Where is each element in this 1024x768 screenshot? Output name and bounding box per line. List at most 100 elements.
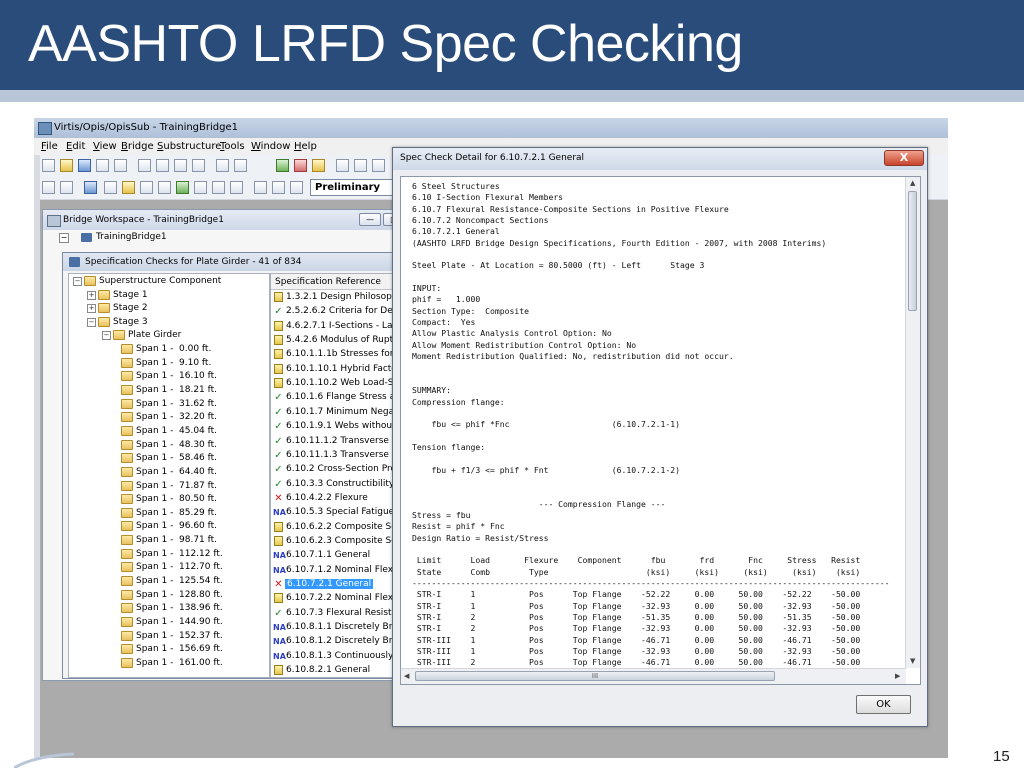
save-icon[interactable] xyxy=(78,159,91,172)
spec-reference-item[interactable]: ✓ 6.10.7.3 Flexural Resistance xyxy=(271,607,403,621)
collapse-toggle-icon[interactable]: − xyxy=(59,233,69,243)
tree-item-span-location[interactable]: Span 1 - 156.69 ft. xyxy=(69,643,269,656)
spec-reference-item[interactable]: NA 6.10.5.3 Special Fatigue Re xyxy=(271,506,403,520)
tree-item-span-location[interactable]: Span 1 - 112.12 ft. xyxy=(69,548,269,561)
tree-item-span-location[interactable]: Span 1 - 152.37 ft. xyxy=(69,630,269,643)
tree-item-span-location[interactable]: Span 1 - 80.50 ft. xyxy=(69,493,269,506)
vertical-scroll-thumb[interactable] xyxy=(908,191,917,311)
tree-item-span-location[interactable]: Span 1 - 58.46 ft. xyxy=(69,452,269,465)
collapse-toggle-icon[interactable]: − xyxy=(87,318,96,327)
tree-item-span-location[interactable]: Span 1 - 0.00 ft. xyxy=(69,343,269,356)
ok-button[interactable]: OK xyxy=(856,695,911,714)
menu-file[interactable]: File xyxy=(41,141,58,152)
tree-item-span-location[interactable]: Span 1 - 138.96 ft. xyxy=(69,602,269,615)
spec-reference-item[interactable]: ✓6.10.1.6 Flange Stress and M xyxy=(271,391,403,405)
menu-substructure[interactable]: Substructure xyxy=(157,141,221,152)
collapse-toggle-icon[interactable]: − xyxy=(102,331,111,340)
spec-reference-item[interactable]: NA 6.10.8.1.3 Continuously Bra xyxy=(271,650,403,664)
tree-item-span-location[interactable]: Span 1 - 112.70 ft. xyxy=(69,561,269,574)
spec-reference-item[interactable]: ✓ 6.10.11.1.3 Transverse Stiff xyxy=(271,449,403,463)
collapse-toggle-icon[interactable]: − xyxy=(73,277,82,286)
tree-item-superstructure[interactable]: − Superstructure Component xyxy=(69,275,269,288)
scroll-up-icon[interactable]: ▲ xyxy=(910,179,915,187)
spec-reference-item[interactable]: 6.10.1.10.2 Web Load-Shed xyxy=(271,377,403,391)
report-icon[interactable] xyxy=(216,159,229,172)
workspace-minimize-button[interactable]: — xyxy=(359,213,381,226)
spec-reference-item[interactable]: ✕ 6.10.7.2.1 General xyxy=(271,578,403,592)
expand-toggle-icon[interactable]: + xyxy=(87,304,96,313)
tools-icon[interactable] xyxy=(212,181,225,194)
schedule-icon[interactable] xyxy=(122,181,135,194)
tree-item-span-location[interactable]: Span 1 - 85.29 ft. xyxy=(69,507,269,520)
spec-reference-item[interactable]: ✓ 6.10.1.7 Minimum Negativ xyxy=(271,406,403,420)
tree-item-span-location[interactable]: Span 1 - 45.04 ft. xyxy=(69,425,269,438)
tree-item-span-location[interactable]: Span 1 - 128.80 ft. xyxy=(69,589,269,602)
spec-reference-item[interactable]: NA 6.10.8.1.2 Discretely Braced xyxy=(271,635,403,649)
spec-reference-item[interactable]: 6.10.1.1.1b Stresses for Sec xyxy=(271,348,403,362)
tree-item-stage-3[interactable]: − Stage 3 xyxy=(69,316,269,329)
spec-reference-item[interactable]: NA 6.10.7.1.1 General xyxy=(271,549,403,563)
spec-reference-item[interactable]: 6.10.8.2.1 General xyxy=(271,664,403,677)
spec-check-icon[interactable] xyxy=(294,159,307,172)
spec-reference-item[interactable]: NA 6.10.8.1.1 Discretely Braced xyxy=(271,621,403,635)
spec-reference-item[interactable]: 5.4.2.6 Modulus of Rupture xyxy=(271,334,403,348)
paste-icon[interactable] xyxy=(114,159,127,172)
print-icon[interactable] xyxy=(234,159,247,172)
spec-reference-item[interactable]: ✓ 2.5.2.6.2 Criteria for Deflect xyxy=(271,305,403,319)
tree-item-span-location[interactable]: Span 1 - 161.00 ft. xyxy=(69,657,269,670)
spec-reference-item[interactable]: ✓ 6.10.2 Cross-Section Propo xyxy=(271,463,403,477)
tree-item-span-location[interactable]: Span 1 - 96.60 ft. xyxy=(69,520,269,533)
report-text-area[interactable]: 6 Steel Structures 6.10 I-Section Flexur… xyxy=(400,176,921,685)
tree-item-span-location[interactable]: Span 1 - 98.71 ft. xyxy=(69,534,269,547)
spec-reference-item[interactable]: 6.10.6.2.2 Composite Secti xyxy=(271,521,403,535)
document-icon[interactable] xyxy=(254,181,267,194)
open-folder-icon[interactable] xyxy=(60,159,73,172)
tree-item-span-location[interactable]: Span 1 - 48.30 ft. xyxy=(69,439,269,452)
expand-toggle-icon[interactable]: + xyxy=(87,291,96,300)
tree-item-plate-girder[interactable]: − Plate Girder xyxy=(69,329,269,342)
cut-icon[interactable] xyxy=(138,159,151,172)
tree-item-span-location[interactable]: Span 1 - 144.90 ft. xyxy=(69,616,269,629)
spec-reference-item[interactable]: 6.10.7.2.2 Nominal Flexura xyxy=(271,592,403,606)
copy-icon[interactable] xyxy=(96,159,109,172)
horizontal-scrollbar[interactable]: ◀ III ▶ xyxy=(401,668,906,684)
tree-item-span-location[interactable]: Span 1 - 31.62 ft. xyxy=(69,398,269,411)
spec-reference-item[interactable]: ✓ 6.10.1.9.1 Webs without Lo xyxy=(271,420,403,434)
menu-help[interactable]: Help xyxy=(294,141,317,152)
scroll-left-icon[interactable]: ◀ xyxy=(404,672,409,680)
tree-item-span-location[interactable]: Span 1 - 71.87 ft. xyxy=(69,480,269,493)
menu-window[interactable]: Window xyxy=(251,141,290,152)
tree-item-span-location[interactable]: Span 1 - 18.21 ft. xyxy=(69,384,269,397)
spec-reference-item[interactable]: 6.10.6.2.3 Composite Secti xyxy=(271,535,403,549)
scroll-right-icon[interactable]: ▶ xyxy=(895,672,900,680)
spec-reference-item[interactable]: ✓ 6.10.3.3 Constructibility - S xyxy=(271,478,403,492)
vertical-scrollbar[interactable]: ▲ ▼ xyxy=(905,177,920,668)
loads-icon[interactable] xyxy=(194,181,207,194)
menu-bridge[interactable]: Bridge xyxy=(121,141,154,152)
tree-item-span-location[interactable]: Span 1 - 16.10 ft. xyxy=(69,370,269,383)
tree-item-span-location[interactable]: Span 1 - 9.10 ft. xyxy=(69,357,269,370)
grid-icon[interactable] xyxy=(104,181,117,194)
cascade-windows-icon[interactable] xyxy=(354,159,367,172)
analysis-icon[interactable] xyxy=(192,159,205,172)
spec-reference-item[interactable]: ✕ 6.10.4.2.2 Flexure xyxy=(271,492,403,506)
explorer-icon[interactable] xyxy=(42,181,55,194)
tree-item-stage-1[interactable]: + Stage 1 xyxy=(69,289,269,302)
tree-item-span-location[interactable]: Span 1 - 64.40 ft. xyxy=(69,466,269,479)
horizontal-scroll-thumb[interactable]: III xyxy=(415,671,775,681)
spec-reference-item[interactable]: 6.10.1.10.1 Hybrid Factor, R xyxy=(271,363,403,377)
spec-reference-item[interactable]: NA 6.10.7.1.2 Nominal Flexura xyxy=(271,564,403,578)
new-file-icon[interactable] xyxy=(42,159,55,172)
spec-reference-item[interactable]: 4.6.2.7.1 I-Sections - Latera xyxy=(271,320,403,334)
girder-icon[interactable] xyxy=(176,181,189,194)
spec-reference-item[interactable]: ✓ 6.10.11.1.2 Transverse Stiff xyxy=(271,435,403,449)
options-icon[interactable] xyxy=(290,181,303,194)
schematic-icon[interactable] xyxy=(174,159,187,172)
save-bridge-icon[interactable] xyxy=(84,181,97,194)
properties-icon[interactable] xyxy=(156,159,169,172)
menu-view[interactable]: View xyxy=(93,141,117,152)
members-icon[interactable] xyxy=(158,181,171,194)
tree-item-span-location[interactable]: Span 1 - 32.20 ft. xyxy=(69,411,269,424)
spec-reference-item[interactable]: 1.3.2.1 Design Philosophy xyxy=(271,291,403,305)
rating-icon[interactable] xyxy=(276,159,289,172)
